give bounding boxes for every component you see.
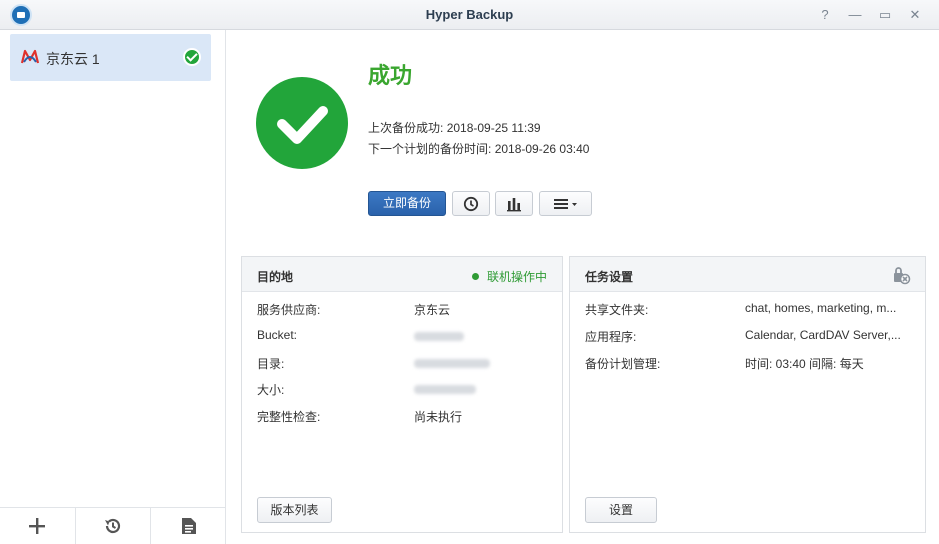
more-actions-button[interactable] [539,191,592,216]
destination-panel: 目的地 联机操作中 服务供应商: 京东云 Bucket: 目录: 大小: 完整性… [241,256,563,533]
sidebar-footer [0,507,226,544]
close-icon[interactable]: ✕ [905,5,925,25]
bar-chart-icon [507,197,521,211]
directory-value-redacted [414,357,490,371]
backup-explorer-button[interactable] [452,191,490,216]
sidebar: 京东云 1 [0,30,226,544]
applications-value: Calendar, CardDAV Server,... [745,328,901,342]
restore-history-icon [105,518,121,534]
online-status-label: 联机操作中 [486,270,547,284]
settings-button[interactable]: 设置 [585,497,657,523]
size-label: 大小: [257,383,285,397]
shared-folders-value: chat, homes, marketing, m... [745,301,897,315]
bucket-label: Bucket: [257,328,298,342]
success-status-icon [256,77,348,169]
applications-label: 应用程序: [585,330,637,344]
integrity-check-value: 尚未执行 [414,410,463,424]
destination-title: 目的地 [257,270,294,284]
help-icon[interactable]: ? [815,5,835,25]
status-title: 成功 [368,63,413,88]
last-backup-label: 上次备份成功: [368,121,444,135]
next-backup-time: 2018-09-26 03:40 [494,142,590,156]
jd-cloud-logo-icon [20,49,40,64]
task-settings-title: 任务设置 [585,270,634,284]
lock-settings-icon[interactable] [891,265,911,285]
backup-now-button[interactable]: 立即备份 [368,191,446,216]
task-settings-panel-header: 任务设置 [570,257,925,292]
plus-icon [29,518,46,534]
last-backup-time: 2018-09-25 11:39 [446,121,541,135]
task-label: 京东云 1 [46,51,100,67]
provider-label: 服务供应商: [257,303,321,317]
task-settings-panel: 任务设置 共享文件夹: chat, homes, marketing, m...… [569,256,926,533]
size-value-redacted [414,383,476,397]
sidebar-task-item[interactable]: 京东云 1 [10,34,211,81]
hyper-backup-window: Hyper Backup ? — ▭ ✕ 京东云 1 成功 上次备份成功: 20… [0,0,939,544]
last-backup-info: 上次备份成功: 2018-09-25 11:39 [368,119,541,136]
online-status: 联机操作中 [471,268,547,285]
log-button[interactable] [151,508,226,544]
maximize-icon[interactable]: ▭ [875,5,895,25]
minimize-icon[interactable]: — [845,5,865,25]
window-title: Hyper Backup [425,7,514,22]
integrity-check-label: 完整性检查: [257,410,321,424]
next-backup-info: 下一个计划的备份时间: 2018-09-26 03:40 [368,140,589,157]
online-status-dot-icon [471,273,479,280]
shared-folders-label: 共享文件夹: [585,303,649,317]
clock-icon [463,196,479,211]
directory-label: 目录: [257,357,285,371]
success-check-icon [183,48,201,66]
title-bar: Hyper Backup ? — ▭ ✕ [0,0,939,30]
next-backup-label: 下一个计划的备份时间: [368,142,492,156]
destination-panel-header: 目的地 联机操作中 [242,257,562,292]
schedule-value: 时间: 03:40 间隔: 每天 [745,357,864,371]
schedule-label: 备份计划管理: [585,357,661,371]
bucket-value-redacted [414,330,464,344]
provider-value: 京东云 [414,303,451,317]
version-list-button[interactable]: 版本列表 [257,497,332,523]
add-task-button[interactable] [0,508,76,544]
menu-icon [553,198,577,209]
log-document-icon [181,518,196,534]
restore-button[interactable] [76,508,152,544]
statistics-button[interactable] [495,191,533,216]
